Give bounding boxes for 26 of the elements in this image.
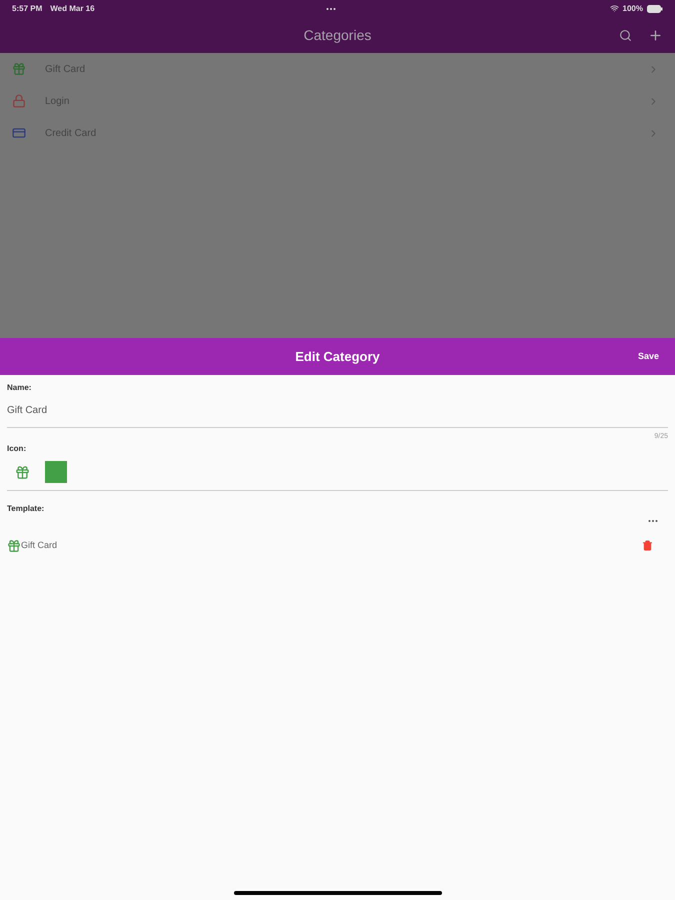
search-icon: [619, 28, 632, 42]
gift-icon: [7, 538, 21, 552]
plus-icon: [648, 28, 663, 42]
save-button[interactable]: Save: [638, 350, 659, 364]
name-field[interactable]: Gift Card: [7, 394, 668, 428]
color-swatch[interactable]: [45, 461, 67, 483]
icon-picker[interactable]: [15, 464, 30, 480]
add-button[interactable]: [648, 28, 663, 42]
gift-icon: [15, 464, 30, 480]
delete-button[interactable]: [642, 540, 653, 551]
credit-card-icon: [12, 126, 26, 140]
trash-icon: [642, 540, 653, 551]
gift-icon: [12, 62, 26, 76]
name-label: Name:: [7, 382, 32, 394]
search-button[interactable]: [619, 28, 632, 42]
battery-percent: 100%: [622, 2, 643, 14]
sheet-title: Edit Category: [295, 348, 380, 366]
lock-icon: [12, 94, 26, 108]
status-date: Wed Mar 16: [50, 2, 95, 14]
wifi-icon: [610, 4, 619, 13]
header-title: Categories: [304, 26, 372, 45]
template-item-label: Gift Card: [21, 538, 58, 552]
battery-icon: [647, 4, 663, 12]
template-label: Template:: [7, 502, 44, 514]
status-time: 5:57 PM: [12, 2, 42, 14]
icon-label: Icon:: [7, 442, 28, 454]
